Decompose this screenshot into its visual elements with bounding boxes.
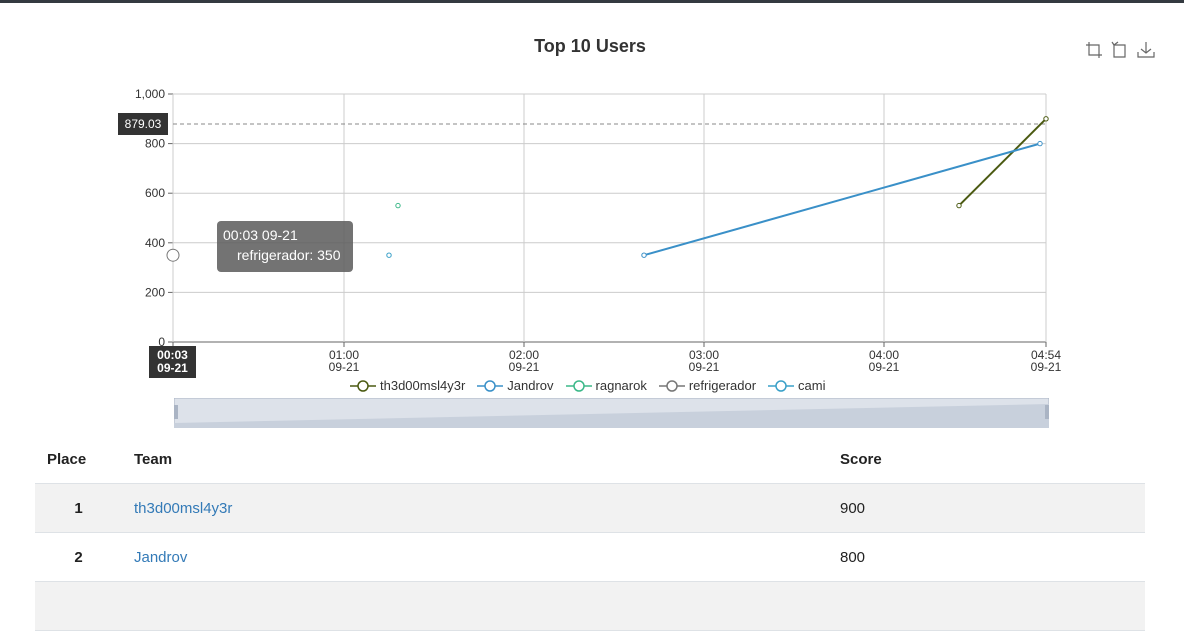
data-point-th3d00msl4y3r <box>1043 116 1049 122</box>
data-zoom-slider[interactable] <box>174 398 1049 428</box>
tooltip-value: refrigerador: 350 <box>237 247 341 263</box>
legend-label: Jandrov <box>507 378 554 393</box>
y-tick-label: 1,000 <box>135 87 165 101</box>
chart-tooltip: 00:03 09-21 refrigerador: 350 <box>217 221 353 272</box>
y-tick-label: 200 <box>145 285 165 299</box>
legend-label: th3d00msl4y3r <box>380 378 466 393</box>
legend-label: cami <box>798 378 826 393</box>
y-tick-label: 600 <box>145 186 165 200</box>
legend-marker-icon <box>350 379 376 392</box>
place-cell: 2 <box>35 532 122 582</box>
legend-marker-icon <box>565 379 592 392</box>
scoreboard-table: Place Team Score 1 th3d00msl4y3r 900 2 J… <box>35 435 1145 631</box>
team-cell: Jandrov <box>122 532 828 582</box>
table-row: 1 th3d00msl4y3r 900 <box>35 483 1145 533</box>
data-point-Jandrov <box>641 252 647 258</box>
series-line-Jandrov <box>643 142 1041 257</box>
column-header-score: Score <box>828 435 1145 484</box>
score-cell: 900 <box>828 483 1145 533</box>
data-zoom-handle-right[interactable] <box>1045 405 1049 419</box>
place-cell <box>35 581 122 631</box>
y-tick-label: 400 <box>145 236 165 250</box>
legend-item-Jandrov[interactable]: Jandrov <box>477 378 554 393</box>
y-tick-label: 800 <box>145 137 165 151</box>
score-cell: 800 <box>828 532 1145 582</box>
legend-marker-icon <box>477 379 504 392</box>
data-point-refrigerador <box>166 248 180 262</box>
x-tick-label-date: 09-21 <box>329 360 360 374</box>
data-zoom-handle-left[interactable] <box>174 405 178 419</box>
score-cell <box>828 581 1145 631</box>
legend-marker-icon <box>658 379 685 392</box>
column-header-team: Team <box>122 435 828 484</box>
axis-pointer-x-label: 00:03 09-21 <box>149 346 196 378</box>
legend-marker-icon <box>768 379 795 392</box>
legend-label: refrigerador <box>688 378 757 393</box>
scoreboard-header-row: Place Team Score <box>35 435 1145 484</box>
axis-pointer-x-date: 09-21 <box>157 361 188 375</box>
data-point-th3d00msl4y3r <box>956 202 962 209</box>
chart-legend: th3d00msl4y3r Jandrov ragnarok refrigerador… <box>350 378 826 393</box>
legend-item-refrigerador[interactable]: refrigerador <box>658 378 757 393</box>
axis-pointer-y-label: 879.03 <box>118 113 168 135</box>
x-tick-label-date: 09-21 <box>869 360 900 374</box>
legend-item-cami[interactable]: cami <box>768 378 826 393</box>
x-tick-label-date: 09-21 <box>509 360 540 374</box>
team-link[interactable]: th3d00msl4y3r <box>134 500 232 517</box>
legend-label: ragnarok <box>595 378 647 393</box>
data-point-cami <box>386 252 392 258</box>
column-header-place: Place <box>35 435 122 484</box>
data-point-Jandrov <box>1037 140 1043 147</box>
data-point-ragnarok <box>395 202 401 209</box>
table-row <box>35 581 1145 631</box>
team-cell <box>122 581 828 631</box>
table-row: 2 Jandrov 800 <box>35 532 1145 582</box>
legend-item-th3d00msl4y3r[interactable]: th3d00msl4y3r <box>350 378 465 393</box>
place-cell: 1 <box>35 483 122 533</box>
legend-item-ragnarok[interactable]: ragnarok <box>565 378 647 393</box>
team-link[interactable]: Jandrov <box>134 549 187 566</box>
tooltip-time: 00:03 09-21 <box>223 227 298 243</box>
x-tick-label-date: 09-21 <box>1031 360 1062 374</box>
team-cell: th3d00msl4y3r <box>122 483 828 533</box>
x-tick-label-date: 09-21 <box>689 360 720 374</box>
